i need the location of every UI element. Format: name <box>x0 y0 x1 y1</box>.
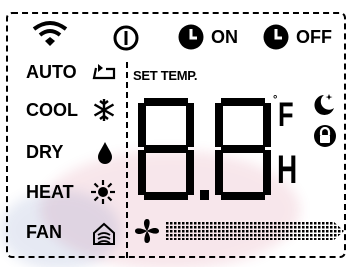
wifi-icon <box>32 21 68 46</box>
lock-icon <box>314 125 336 147</box>
fan-speed-icon <box>135 219 159 243</box>
vertical-divider <box>126 62 128 258</box>
timer-on-label: ON <box>211 27 238 47</box>
mode-heat-label: HEAT <box>26 182 74 202</box>
sleep-moon-icon <box>314 94 334 115</box>
hour-unit: H <box>277 148 298 192</box>
digit-left <box>138 98 194 200</box>
degree-symbol: ° <box>273 94 278 106</box>
water-drop-icon <box>98 142 112 164</box>
mode-dry-label: DRY <box>26 142 64 162</box>
digit-right <box>215 98 271 200</box>
fan-speed-bar <box>166 222 344 240</box>
lcd-panel: ON OFF AUTO COOL DRY HEAT FAN SET TEMP. … <box>0 0 360 267</box>
fahrenheit-unit: F <box>278 96 294 134</box>
power-icon <box>113 25 139 51</box>
mode-cool-label: COOL <box>26 100 78 120</box>
sun-heat-icon <box>91 180 115 204</box>
mode-auto-label: AUTO <box>26 62 77 82</box>
decimal-point <box>200 190 209 200</box>
temperature-digits <box>138 98 271 200</box>
set-temp-label: SET TEMP. <box>133 68 198 83</box>
snowflake-icon <box>93 99 115 121</box>
timer-off-clock-icon <box>263 24 289 50</box>
house-fan-icon <box>93 222 115 245</box>
timer-on-clock-icon <box>178 24 204 50</box>
timer-off-label: OFF <box>296 27 332 47</box>
mode-fan-label: FAN <box>26 222 62 242</box>
auto-cycle-icon <box>92 64 116 80</box>
